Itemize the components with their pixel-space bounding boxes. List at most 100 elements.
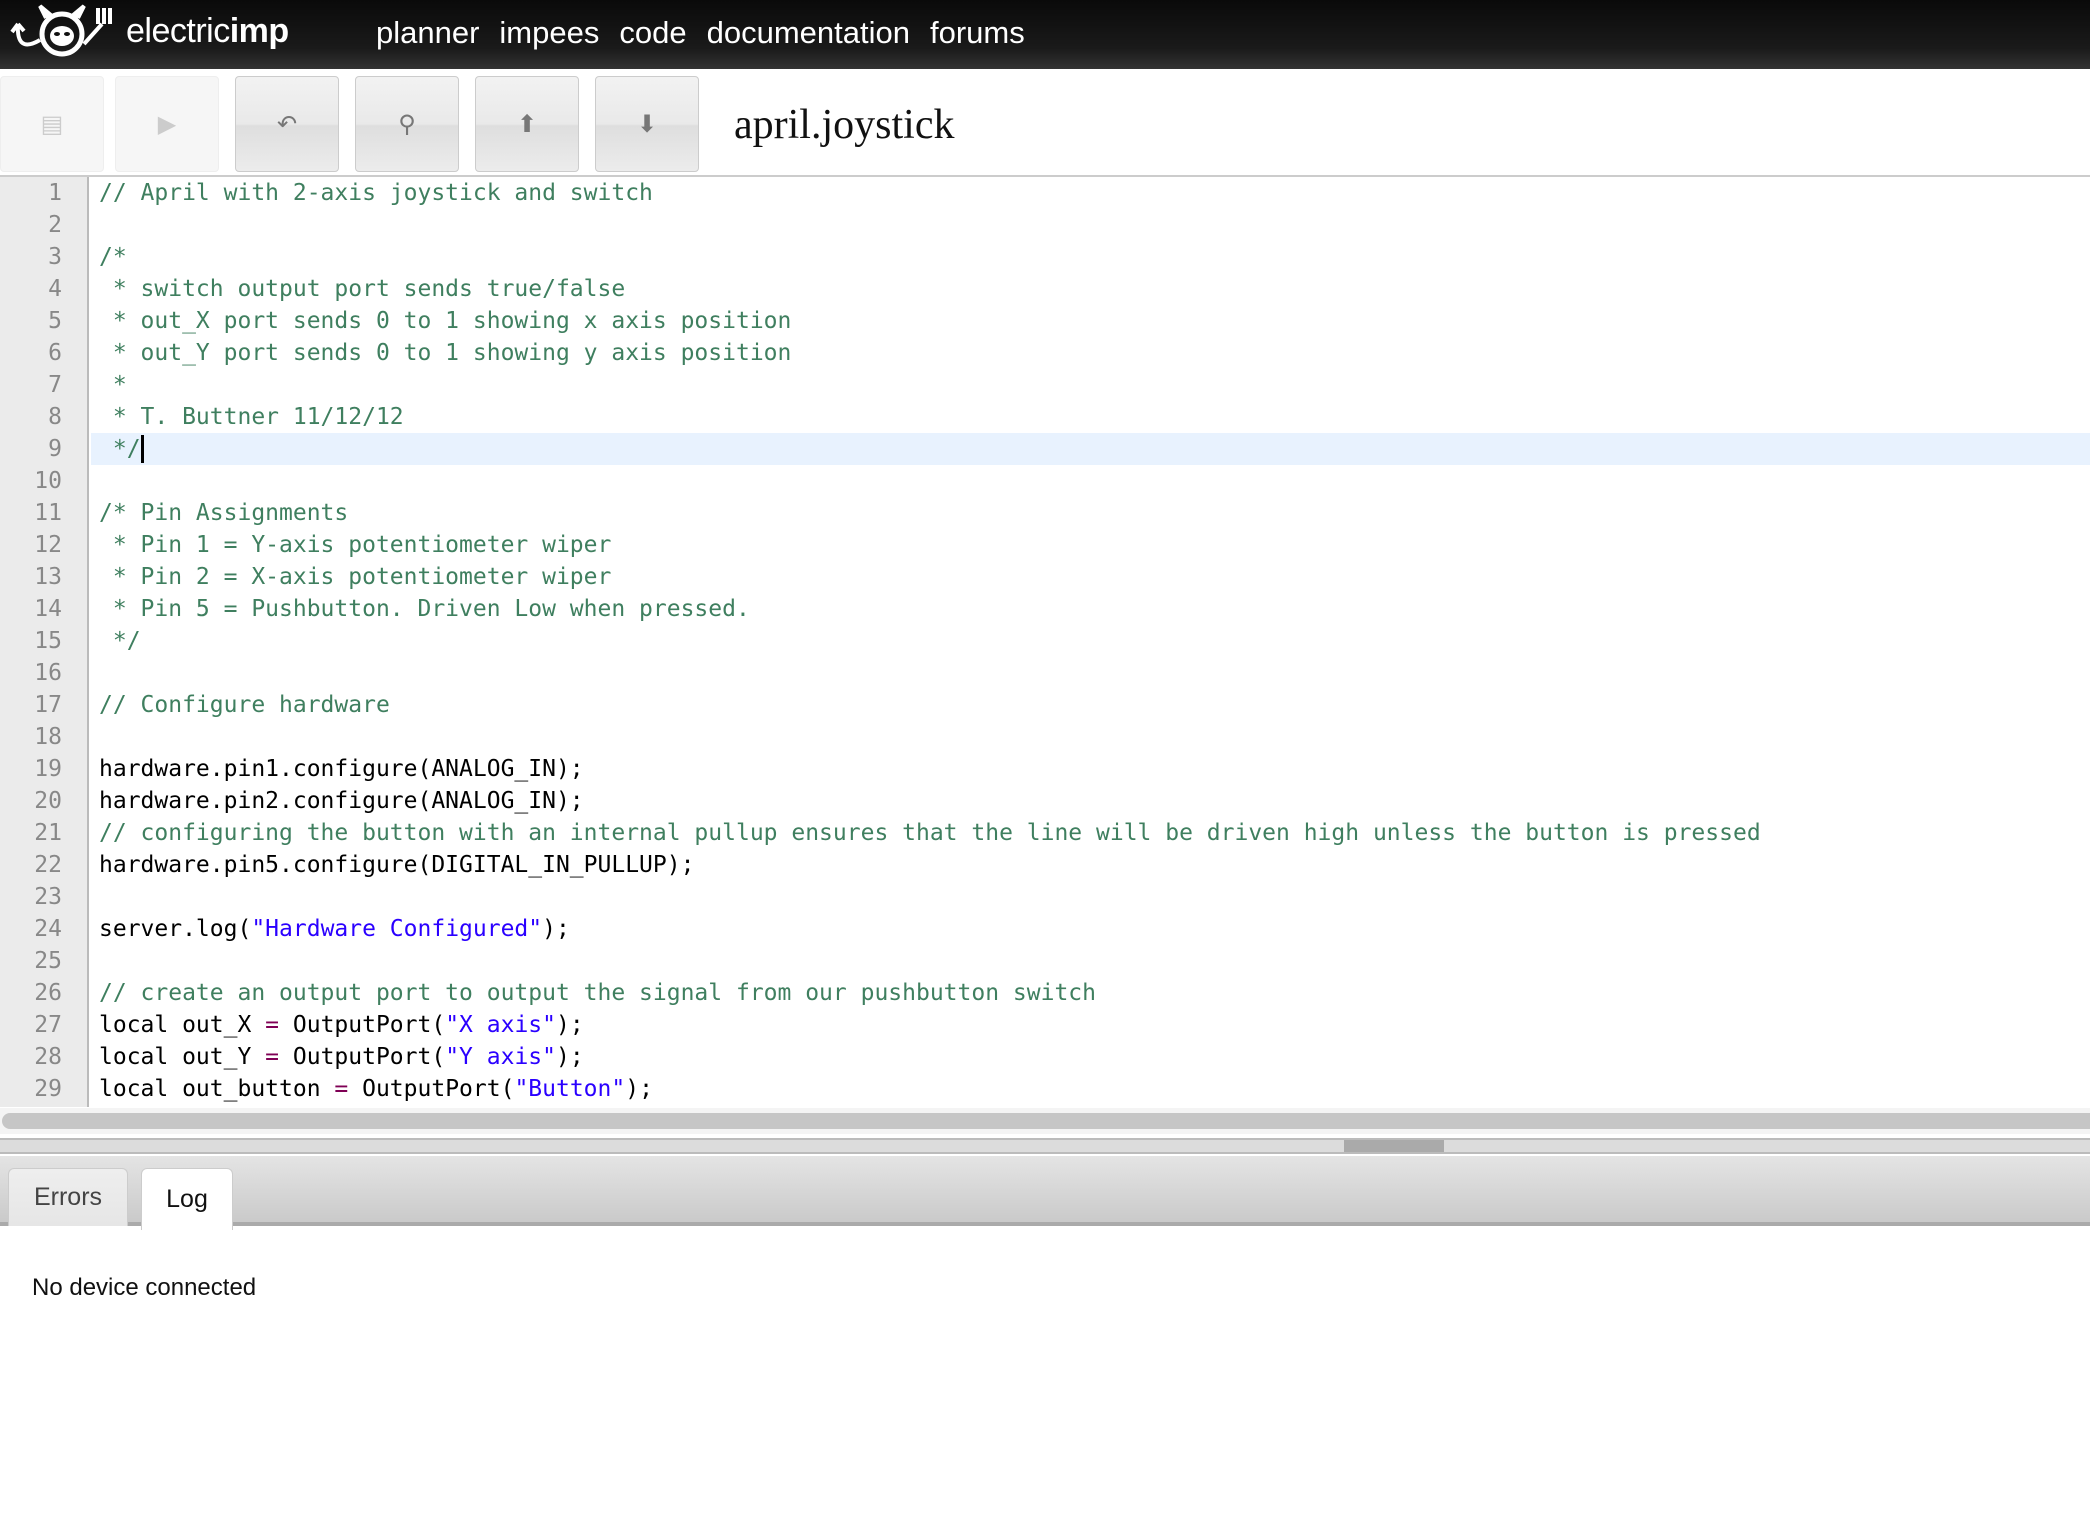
code-line[interactable]: */ — [99, 625, 141, 657]
code-line[interactable]: hardware.pin1.configure(ANALOG_IN); — [99, 753, 584, 785]
token-code: local out_button — [99, 1076, 335, 1102]
line-number: 22 — [34, 852, 62, 878]
code-line[interactable]: hardware.pin2.configure(ANALOG_IN); — [99, 785, 584, 817]
brand-bold: imp — [229, 12, 289, 50]
token-comment: /* — [99, 244, 127, 270]
scrollbar-thumb[interactable] — [2, 1113, 2090, 1129]
code-line[interactable]: * out_Y port sends 0 to 1 showing y axis… — [99, 337, 792, 369]
save-button[interactable]: ▤ — [0, 76, 104, 172]
line-number: 12 — [34, 532, 62, 558]
line-number: 17 — [34, 692, 62, 718]
file-title: april.joystick — [734, 102, 955, 148]
search-button[interactable]: ⚲ — [355, 76, 459, 172]
token-code: hardware.pin1.configure(ANALOG_IN); — [99, 756, 584, 782]
token-comment: * Pin 2 = X-axis potentiometer wiper — [99, 564, 612, 590]
token-op: = — [334, 1076, 349, 1102]
code-line[interactable]: local out_Y = OutputPort("Y axis"); — [99, 1041, 584, 1073]
undo-button[interactable]: ↶ — [235, 76, 339, 172]
upload-button[interactable]: ⬆ — [475, 76, 579, 172]
splitter-handle[interactable] — [1344, 1140, 1444, 1152]
line-number: 15 — [34, 628, 62, 654]
line-number: 6 — [48, 340, 62, 366]
token-code: hardware.pin2.configure(ANALOG_IN); — [99, 788, 584, 814]
token-string: "X axis" — [445, 1012, 556, 1038]
brand-name[interactable]: electricimp — [126, 12, 289, 51]
line-number: 24 — [34, 916, 62, 942]
line-number: 3 — [48, 244, 62, 270]
code-line[interactable]: // April with 2-axis joystick and switch — [99, 177, 653, 209]
tab-log[interactable]: Log — [141, 1168, 233, 1230]
code-line[interactable]: * switch output port sends true/false — [99, 273, 625, 305]
code-line[interactable]: * Pin 5 = Pushbutton. Driven Low when pr… — [99, 593, 750, 625]
line-number: 10 — [34, 468, 62, 494]
run-button[interactable]: ▶ — [115, 76, 219, 172]
token-code: hardware.pin5.configure(DIGITAL_IN_PULLU… — [99, 852, 695, 878]
code-line[interactable]: local out_X = OutputPort("X axis"); — [99, 1009, 584, 1041]
line-number: 1 — [48, 180, 62, 206]
nav-code[interactable]: code — [619, 15, 686, 51]
code-line[interactable]: // Configure hardware — [99, 689, 390, 721]
line-number: 8 — [48, 404, 62, 430]
code-line[interactable]: * out_X port sends 0 to 1 showing x axis… — [99, 305, 792, 337]
token-comment: * out_X port sends 0 to 1 showing x axis… — [99, 308, 792, 334]
line-number: 21 — [34, 820, 62, 846]
token-comment: * — [99, 372, 127, 398]
electric-imp-logo-icon[interactable] — [6, 4, 118, 60]
line-number: 13 — [34, 564, 62, 590]
line-number: 28 — [34, 1044, 62, 1070]
console-tab-bar: Errors Log — [0, 1156, 2090, 1230]
token-comment: /* Pin Assignments — [99, 500, 349, 526]
token-comment: // April with 2-axis joystick and switch — [99, 180, 653, 206]
token-code: ); — [542, 916, 570, 942]
code-line[interactable]: * T. Buttner 11/12/12 — [99, 401, 404, 433]
token-comment: * T. Buttner 11/12/12 — [99, 404, 404, 430]
code-line[interactable]: // configuring the button with an intern… — [99, 817, 1761, 849]
line-number: 2 — [48, 212, 62, 238]
token-code: ); — [555, 1012, 584, 1038]
token-comment: */ — [99, 436, 141, 462]
nav-planner[interactable]: planner — [376, 15, 479, 51]
code-editor[interactable]: 1 2 3 4 5 6 7 8 9 10 11 12 13 14 15 16 17 18 19 20 21 22 23 24 2… — [0, 177, 2090, 1107]
code-line[interactable]: */ — [99, 433, 141, 465]
tab-errors[interactable]: Errors — [8, 1168, 128, 1226]
token-comment: // Configure hardware — [99, 692, 390, 718]
arrow-down-circle-icon: ⬇ — [636, 110, 658, 138]
code-line[interactable]: server.log("Hardware Configured"); — [99, 913, 570, 945]
token-comment: // configuring the button with an intern… — [99, 820, 1761, 846]
line-number: 20 — [34, 788, 62, 814]
code-line[interactable]: * Pin 2 = X-axis potentiometer wiper — [99, 561, 612, 593]
line-number: 27 — [34, 1012, 62, 1038]
token-string: "Hardware Configured" — [251, 916, 543, 942]
code-line[interactable]: * — [99, 369, 127, 401]
nav-forums[interactable]: forums — [930, 15, 1025, 51]
code-line[interactable]: * Pin 1 = Y-axis potentiometer wiper — [99, 529, 612, 561]
token-comment: * Pin 5 = Pushbutton. Driven Low when pr… — [99, 596, 750, 622]
code-line[interactable]: /* Pin Assignments — [99, 497, 348, 529]
code-line[interactable]: local out_button = OutputPort("Button"); — [99, 1073, 653, 1105]
line-number: 7 — [48, 372, 62, 398]
token-comment: // create an output port to output the s… — [99, 980, 1096, 1006]
line-number: 25 — [34, 948, 62, 974]
nav-impees[interactable]: impees — [499, 15, 599, 51]
brand-light: electric — [126, 12, 230, 50]
token-code: local out_X — [99, 1012, 266, 1038]
horizontal-scrollbar[interactable] — [0, 1108, 2090, 1134]
line-number: 29 — [34, 1076, 62, 1102]
line-number: 19 — [34, 756, 62, 782]
token-op: = — [265, 1044, 280, 1070]
save-icon: ▤ — [40, 110, 64, 138]
code-line[interactable]: // create an output port to output the s… — [99, 977, 1096, 1009]
nav-documentation[interactable]: documentation — [707, 15, 910, 51]
download-button[interactable]: ⬇ — [595, 76, 699, 172]
token-code: local out_Y — [99, 1044, 266, 1070]
token-comment: * switch output port sends true/false — [99, 276, 626, 302]
token-code: server.log( — [99, 916, 252, 942]
token-string: "Button" — [514, 1076, 626, 1102]
token-comment: * out_Y port sends 0 to 1 showing y axis… — [99, 340, 792, 366]
line-number: 5 — [48, 308, 62, 334]
token-comment: */ — [99, 628, 141, 654]
line-number: 16 — [34, 660, 62, 686]
code-line[interactable]: hardware.pin5.configure(DIGITAL_IN_PULLU… — [99, 849, 694, 881]
code-line[interactable]: /* — [99, 241, 127, 273]
pane-splitter[interactable] — [0, 1138, 2090, 1154]
